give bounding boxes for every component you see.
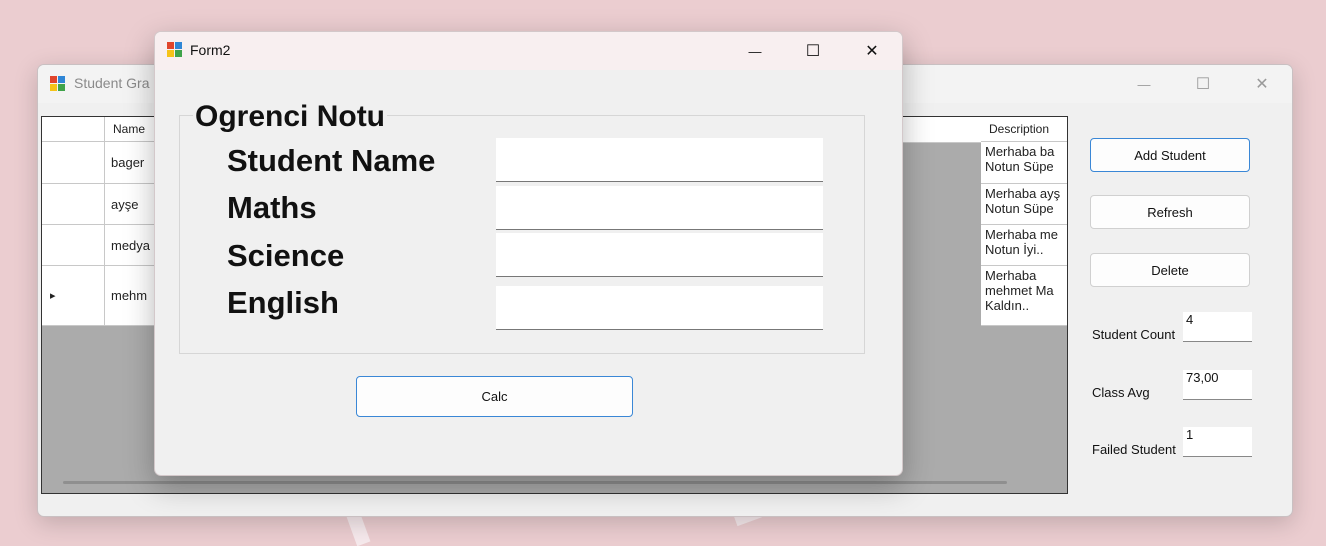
row-header-corner	[42, 117, 105, 142]
english-label: English	[227, 285, 339, 320]
cell-description[interactable]: Merhaba ba Notun Süpe	[981, 142, 1067, 184]
form2-title-bar[interactable]: Form2 — ☐ ✕	[155, 32, 902, 70]
class-avg-field[interactable]: 73,00	[1183, 370, 1252, 400]
app-icon	[50, 76, 66, 92]
calc-button[interactable]: Calc	[356, 376, 633, 417]
science-input[interactable]	[496, 233, 823, 277]
app-icon	[167, 42, 183, 58]
student-name-label: Student Name	[227, 143, 436, 178]
delete-button[interactable]: Delete	[1090, 253, 1250, 287]
column-header-description[interactable]: Description	[981, 117, 1067, 142]
current-row-indicator-icon: ▸	[50, 290, 56, 302]
form2-dialog: Form2 — ☐ ✕ Ogrenci Notu Student Name Ma…	[154, 31, 903, 476]
student-name-input[interactable]	[496, 138, 823, 182]
cell-description[interactable]: Merhaba mehmet Ma Kaldın..	[981, 266, 1067, 326]
row-header[interactable]	[42, 184, 105, 225]
close-button[interactable]: ✕	[843, 32, 901, 70]
cell-description[interactable]: Merhaba me Notun İyi..	[981, 225, 1067, 266]
cell-description[interactable]: Merhaba ayş Notun Süpe	[981, 184, 1067, 225]
row-header-current[interactable]: ▸	[42, 266, 105, 326]
refresh-button[interactable]: Refresh	[1090, 195, 1250, 229]
student-count-label: Student Count	[1092, 327, 1176, 342]
english-input[interactable]	[496, 286, 823, 330]
failed-student-field[interactable]: 1	[1183, 427, 1252, 457]
add-student-button[interactable]: Add Student	[1090, 138, 1250, 172]
science-label: Science	[227, 238, 345, 273]
form2-title: Form2	[190, 42, 231, 58]
student-count-field[interactable]: 4	[1183, 312, 1252, 342]
maths-label: Maths	[227, 190, 317, 225]
minimize-button[interactable]: —	[726, 32, 784, 70]
maths-input[interactable]	[496, 186, 823, 230]
row-header[interactable]	[42, 225, 105, 266]
class-avg-label: Class Avg	[1092, 385, 1150, 400]
minimize-button[interactable]: —	[1121, 65, 1167, 103]
maximize-button[interactable]: ☐	[1180, 65, 1226, 103]
row-header[interactable]	[42, 142, 105, 184]
failed-student-label: Failed Student	[1092, 442, 1176, 457]
main-window-title: Student Gra	[74, 75, 150, 91]
groupbox-title: Ogrenci Notu	[193, 100, 388, 134]
close-button[interactable]: ✕	[1239, 65, 1285, 103]
horizontal-scrollbar[interactable]	[63, 481, 1007, 484]
maximize-button[interactable]: ☐	[784, 32, 842, 70]
